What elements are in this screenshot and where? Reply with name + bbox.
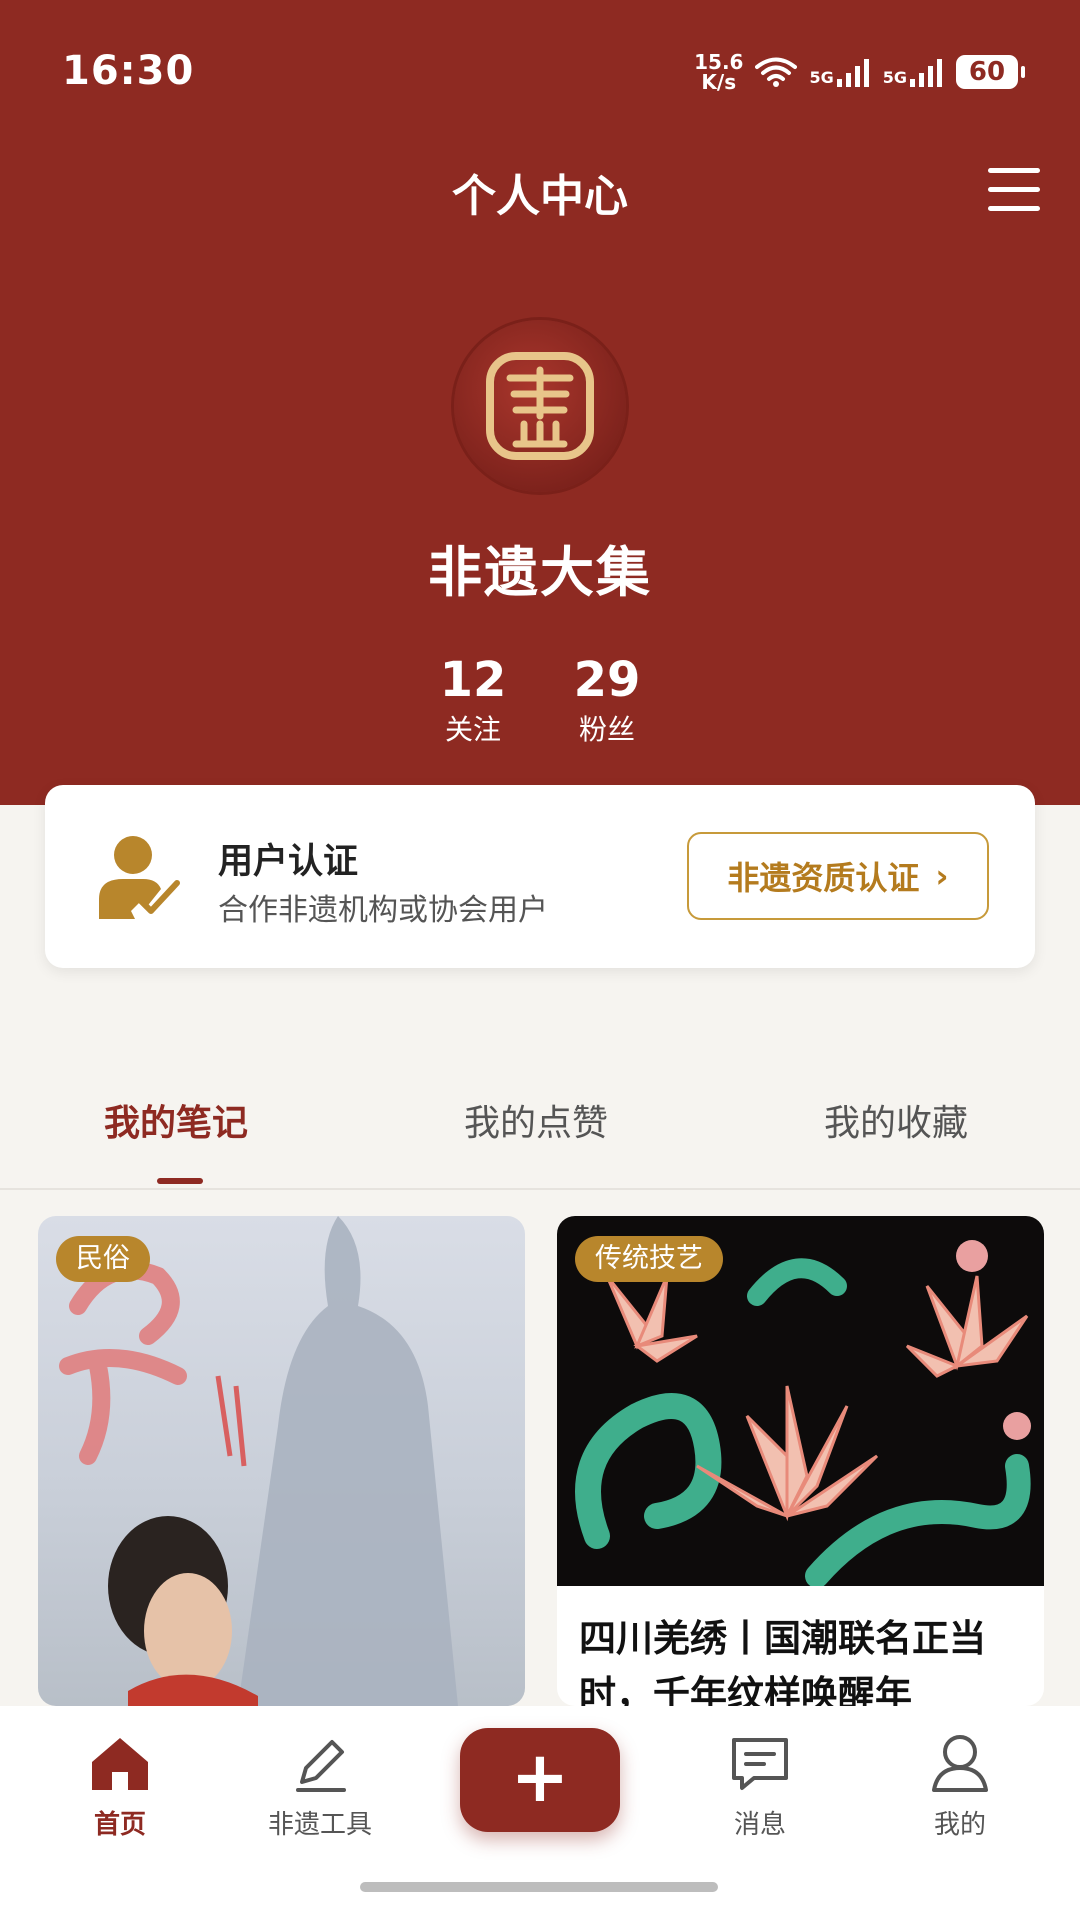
user-certification-card: 用户认证 合作非遗机构或协会用户 非遗资质认证 › bbox=[45, 785, 1035, 968]
nav-messages[interactable]: 消息 bbox=[690, 1732, 830, 1841]
page-title: 个人中心 bbox=[452, 171, 628, 222]
pencil-icon bbox=[296, 1740, 346, 1792]
signal-bars-icon bbox=[910, 59, 942, 87]
heritage-certification-label: 非遗资质认证 bbox=[727, 859, 920, 897]
profile-header: 16:30 15.6 K/s 5G 5G 60 个人中心 非遗大集 12 关注 … bbox=[0, 0, 1080, 805]
heritage-certification-button[interactable]: 非遗资质认证 › bbox=[687, 832, 989, 920]
seal-logo-icon bbox=[486, 352, 594, 460]
wifi-icon bbox=[755, 57, 798, 87]
add-icon[interactable]: + bbox=[460, 1728, 620, 1832]
home-icon bbox=[92, 1738, 148, 1790]
tab-my-likes[interactable]: 我的点赞 bbox=[464, 1094, 608, 1146]
certification-description: 合作非遗机构或协会用户 bbox=[218, 893, 548, 928]
tab-my-notes[interactable]: 我的笔记 bbox=[104, 1094, 248, 1146]
followers-count: 29 bbox=[573, 652, 641, 708]
followers-stat[interactable]: 29 粉丝 bbox=[547, 650, 667, 750]
message-icon bbox=[732, 1738, 788, 1790]
home-indicator-bar[interactable] bbox=[360, 1882, 718, 1892]
active-tab-indicator bbox=[157, 1178, 203, 1184]
signal-strength-1: 5G bbox=[809, 57, 870, 87]
status-icons: 15.6 K/s 5G 5G 60 bbox=[694, 50, 1025, 94]
category-tag: 民俗 bbox=[56, 1236, 150, 1282]
status-time: 16:30 bbox=[62, 48, 195, 94]
note-cover-image bbox=[59, 1216, 458, 1706]
nav-messages-label: 消息 bbox=[733, 1810, 786, 1840]
signal-bars-icon bbox=[836, 59, 869, 87]
bottom-navigation: 首页 非遗工具 + 消息 我的 bbox=[0, 1706, 1080, 1920]
net-speed: 15.6 K/s bbox=[694, 50, 744, 94]
note-card[interactable]: 民俗 bbox=[38, 1216, 525, 1706]
note-card[interactable]: 传统技艺 四川羌绣丨国潮联名正当时，千年纹样唤醒年 bbox=[557, 1216, 1044, 1706]
nav-profile-label: 我的 bbox=[933, 1810, 986, 1840]
following-stat[interactable]: 12 关注 bbox=[413, 650, 533, 750]
verified-user-icon bbox=[99, 836, 180, 919]
nav-heritage-tools[interactable]: 非遗工具 bbox=[250, 1732, 390, 1841]
content-tabs: 我的笔记 我的点赞 我的收藏 bbox=[0, 1080, 1080, 1190]
avatar[interactable] bbox=[454, 320, 626, 492]
nav-profile[interactable]: 我的 bbox=[890, 1732, 1030, 1841]
user-icon bbox=[932, 1735, 988, 1792]
hamburger-menu-icon[interactable] bbox=[988, 168, 1040, 212]
following-label: 关注 bbox=[444, 713, 501, 746]
following-count: 12 bbox=[439, 652, 507, 708]
nav-home[interactable]: 首页 bbox=[50, 1732, 190, 1841]
note-title: 四川羌绣丨国潮联名正当时，千年纹样唤醒年 bbox=[579, 1617, 986, 1706]
nav-home-label: 首页 bbox=[93, 1810, 146, 1840]
signal-strength-2: 5G bbox=[883, 57, 944, 87]
battery-indicator: 60 bbox=[956, 55, 1025, 89]
username: 非遗大集 bbox=[428, 541, 652, 604]
status-bar: 16:30 15.6 K/s 5G 5G 60 bbox=[0, 0, 1080, 140]
chevron-right-icon: › bbox=[935, 857, 949, 895]
category-tag: 传统技艺 bbox=[575, 1236, 723, 1282]
nav-heritage-tools-label: 非遗工具 bbox=[267, 1810, 372, 1840]
tab-my-favorites[interactable]: 我的收藏 bbox=[824, 1094, 968, 1146]
certification-title: 用户认证 bbox=[218, 842, 359, 882]
followers-label: 粉丝 bbox=[578, 713, 635, 746]
